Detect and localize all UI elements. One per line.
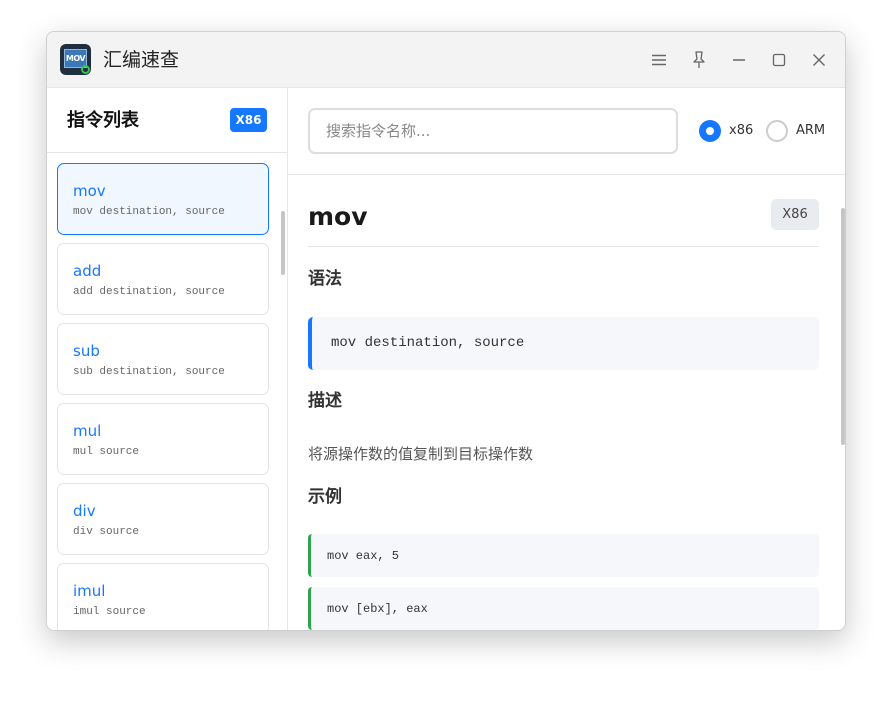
minimize-icon <box>733 59 745 61</box>
radio-label: x86 <box>729 123 754 138</box>
item-syntax: mul source <box>73 446 140 458</box>
item-name: mul <box>73 422 102 440</box>
detail-scrollbar[interactable] <box>841 208 845 445</box>
close-button[interactable] <box>807 48 831 72</box>
main-panel: x86 ARM mov X86 语法 mov destination, sour… <box>288 88 845 630</box>
magnifier-icon <box>81 65 90 74</box>
detail-arch-badge: X86 <box>771 199 819 230</box>
item-name: div <box>73 502 96 520</box>
description-text: 将源操作数的值复制到目标操作数 <box>308 445 534 463</box>
instruction-detail: mov X86 语法 mov destination, source 描述 将源… <box>288 176 845 630</box>
title-bar: MOV 汇编速查 <box>47 32 845 88</box>
arch-badge: X86 <box>230 108 267 132</box>
divider <box>308 246 819 247</box>
radio-circle <box>766 120 788 142</box>
example-code: mov [ebx], eax <box>327 602 428 616</box>
search-input[interactable] <box>308 108 678 154</box>
pin-button[interactable] <box>687 48 711 72</box>
syntax-heading: 语法 <box>308 269 342 289</box>
item-name: add <box>73 262 102 280</box>
item-syntax: mov destination, source <box>73 206 225 218</box>
item-name: imul <box>73 582 106 600</box>
instruction-list: mov mov destination, source add add dest… <box>47 154 287 630</box>
example-item: mov eax, 5 <box>308 534 819 577</box>
list-item-imul[interactable]: imul imul source <box>57 563 269 630</box>
pin-icon <box>693 51 705 68</box>
examples-heading: 示例 <box>308 487 342 507</box>
sidebar-scrollbar[interactable] <box>281 211 285 275</box>
description-heading: 描述 <box>308 391 342 411</box>
item-name: mov <box>73 182 106 200</box>
sidebar: 指令列表 X86 mov mov destination, source add… <box>47 88 288 630</box>
app-window: MOV 汇编速查 指令列表 X86 mov mov destination, s… <box>46 31 846 631</box>
app-logo-icon: MOV <box>60 44 91 75</box>
item-syntax: imul source <box>73 606 146 618</box>
item-name: sub <box>73 342 100 360</box>
list-item-add[interactable]: add add destination, source <box>57 243 269 315</box>
example-code: mov eax, 5 <box>327 549 400 563</box>
detail-title: mov <box>308 202 368 231</box>
maximize-icon <box>772 53 786 67</box>
list-item-mul[interactable]: mul mul source <box>57 403 269 475</box>
item-syntax: add destination, source <box>73 286 225 298</box>
list-item-div[interactable]: div div source <box>57 483 269 555</box>
sidebar-header: 指令列表 X86 <box>47 88 287 153</box>
app-title: 汇编速查 <box>103 49 180 71</box>
example-item: mov [ebx], eax <box>308 587 819 630</box>
minimize-button[interactable] <box>727 48 751 72</box>
item-syntax: sub destination, source <box>73 366 225 378</box>
list-item-sub[interactable]: sub sub destination, source <box>57 323 269 395</box>
menu-button[interactable] <box>647 48 671 72</box>
close-icon <box>813 54 825 66</box>
search-bar: x86 ARM <box>288 88 845 175</box>
sidebar-title: 指令列表 <box>67 110 139 131</box>
radio-circle <box>699 120 721 142</box>
item-syntax: div source <box>73 526 140 538</box>
list-item-mov[interactable]: mov mov destination, source <box>57 163 269 235</box>
radio-label: ARM <box>796 123 826 138</box>
menu-icon <box>652 54 666 66</box>
syntax-box: mov destination, source <box>308 317 819 370</box>
maximize-button[interactable] <box>767 48 791 72</box>
syntax-text: mov destination, source <box>331 335 525 351</box>
